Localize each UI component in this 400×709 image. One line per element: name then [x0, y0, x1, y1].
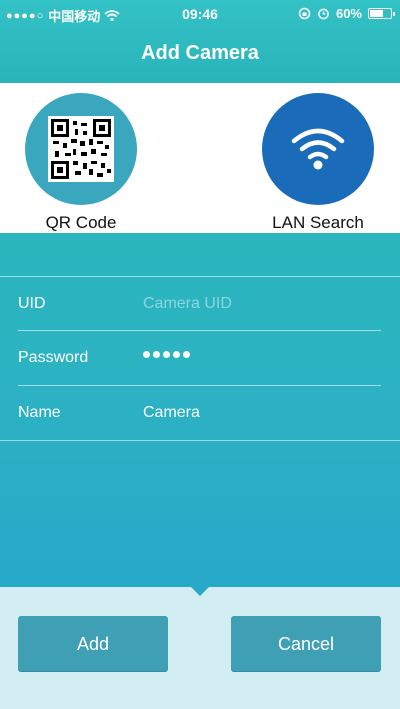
- add-method-options: QR Code LAN Search: [0, 83, 400, 233]
- qr-code-label: QR Code: [45, 213, 117, 232]
- top-bar: ●●●●○ 中国移动 09:46 60% Add Camera: [0, 0, 400, 83]
- lan-search-option[interactable]: LAN Search: [258, 93, 378, 233]
- pointer-notch: [190, 586, 210, 596]
- cancel-button[interactable]: Cancel: [231, 616, 381, 672]
- password-row: Password: [0, 331, 400, 387]
- page-title: Add Camera: [141, 42, 259, 64]
- rotation-lock-icon: [298, 7, 311, 20]
- name-label: Name: [18, 404, 61, 421]
- action-bar: Add Cancel: [0, 586, 400, 709]
- qr-code-button[interactable]: [25, 93, 137, 205]
- lan-search-button[interactable]: [262, 93, 374, 205]
- form-bottom-divider: [0, 440, 400, 441]
- name-input[interactable]: Camera: [143, 404, 200, 422]
- wifi-icon: [291, 128, 345, 170]
- uid-input[interactable]: [143, 291, 373, 317]
- uid-row: UID: [0, 277, 400, 333]
- battery-percent: 60%: [335, 6, 362, 21]
- alarm-icon: [318, 8, 329, 20]
- camera-form: UID Password Name Camera: [0, 233, 400, 587]
- password-input[interactable]: [143, 351, 190, 358]
- qr-code-option[interactable]: QR Code: [21, 93, 141, 233]
- add-button[interactable]: Add: [18, 616, 168, 672]
- lan-search-label: LAN Search: [272, 213, 364, 232]
- status-bar: ●●●●○ 中国移动 09:46 60%: [0, 0, 400, 28]
- qr-code-icon: [48, 116, 114, 182]
- battery-icon: [368, 8, 395, 19]
- uid-label: UID: [18, 295, 46, 312]
- password-label: Password: [18, 349, 89, 366]
- name-row: Name Camera: [0, 386, 400, 442]
